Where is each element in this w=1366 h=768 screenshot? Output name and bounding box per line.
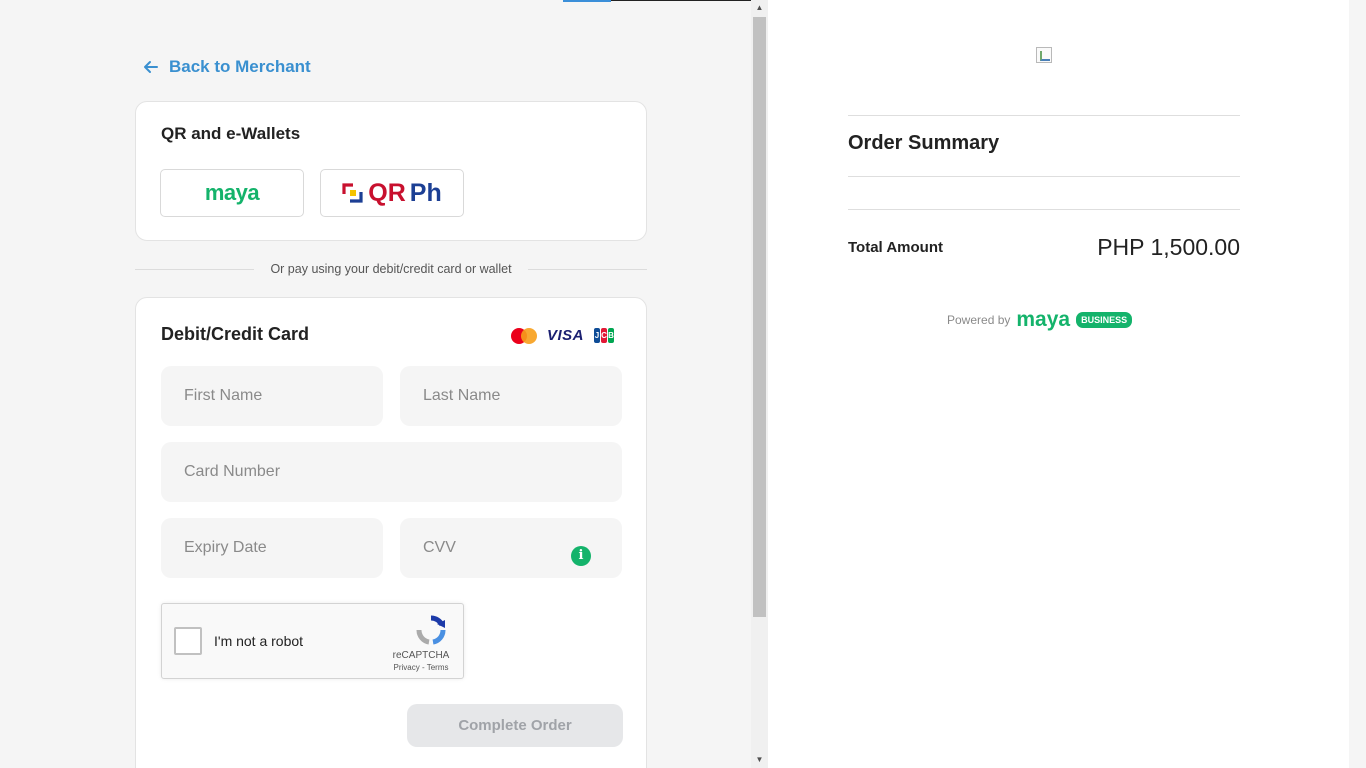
order-summary-title: Order Summary: [848, 132, 1000, 154]
first-name-input[interactable]: [161, 366, 383, 426]
recaptcha-label: I'm not a robot: [214, 633, 304, 649]
divider-line: [527, 268, 647, 270]
right-gutter: [1349, 0, 1366, 768]
qrph-mark-icon: [342, 183, 363, 203]
left-pane-scrollbar[interactable]: ▲ ▼: [751, 0, 768, 768]
maya-logo: maya: [204, 180, 260, 205]
scrollbar-thumb[interactable]: [753, 17, 766, 617]
checkout-panel: Back to Merchant QR and e-Wallets maya Q…: [0, 0, 751, 768]
back-to-merchant-link[interactable]: Back to Merchant: [143, 57, 311, 77]
qrph-logo: QR Ph: [342, 178, 442, 208]
recaptcha-logo-icon: [416, 615, 446, 645]
business-badge: BUSINESS: [1076, 312, 1133, 328]
recaptcha-brand: reCAPTCHA: [392, 650, 450, 661]
mastercard-icon: [510, 327, 537, 344]
maya-logo: maya: [1016, 308, 1071, 331]
jcb-icon: JCB: [594, 328, 614, 343]
back-to-merchant-label: Back to Merchant: [169, 57, 311, 76]
divider-text: Or pay using your debit/credit card or w…: [270, 262, 512, 276]
card-brands: VISA JCB: [510, 327, 614, 344]
qrph-wallet-button[interactable]: QR Ph: [320, 169, 464, 217]
visa-icon: VISA: [546, 327, 584, 344]
qrph-logo-qr: QR: [368, 178, 406, 207]
cvv-info-icon[interactable]: i: [571, 546, 591, 566]
expiry-date-input[interactable]: [161, 518, 383, 578]
wallets-title: QR and e-Wallets: [161, 124, 301, 143]
total-amount-label: Total Amount: [848, 239, 943, 256]
total-amount-value: PHP 1,500.00: [1097, 234, 1240, 260]
recaptcha-terms-link[interactable]: Privacy - Terms: [391, 663, 451, 672]
arrow-left-icon: [144, 61, 158, 73]
wallets-card: QR and e-Wallets maya QR Ph: [135, 101, 647, 241]
summary-divider: [848, 115, 1240, 116]
merchant-logo-broken-image-icon: [1036, 47, 1052, 63]
payment-divider: Or pay using your debit/credit card or w…: [135, 261, 647, 277]
card-number-input[interactable]: [161, 442, 622, 502]
scroll-down-icon[interactable]: ▼: [751, 752, 768, 768]
cvv-input[interactable]: [400, 518, 622, 578]
divider-line: [135, 268, 255, 270]
summary-divider: [848, 209, 1240, 210]
top-progress-fill: [563, 0, 611, 2]
recaptcha-widget: I'm not a robot reCAPTCHA Privacy - Term…: [161, 603, 464, 679]
summary-divider: [848, 176, 1240, 177]
powered-by-label: Powered by: [947, 313, 1011, 327]
top-progress-bar: [563, 0, 751, 2]
recaptcha-checkbox[interactable]: [174, 627, 202, 655]
powered-by-maya: Powered by maya BUSINESS: [947, 308, 1133, 332]
card-payment-form: Debit/Credit Card VISA JCB i I'm not a r…: [135, 297, 647, 768]
card-form-title: Debit/Credit Card: [161, 324, 310, 344]
complete-order-button[interactable]: Complete Order: [407, 704, 623, 747]
scroll-up-icon[interactable]: ▲: [751, 0, 768, 16]
maya-wallet-button[interactable]: maya: [160, 169, 304, 217]
order-summary-panel: Order Summary Total Amount PHP 1,500.00 …: [768, 0, 1349, 768]
qrph-logo-ph: Ph: [409, 178, 442, 207]
last-name-input[interactable]: [400, 366, 622, 426]
